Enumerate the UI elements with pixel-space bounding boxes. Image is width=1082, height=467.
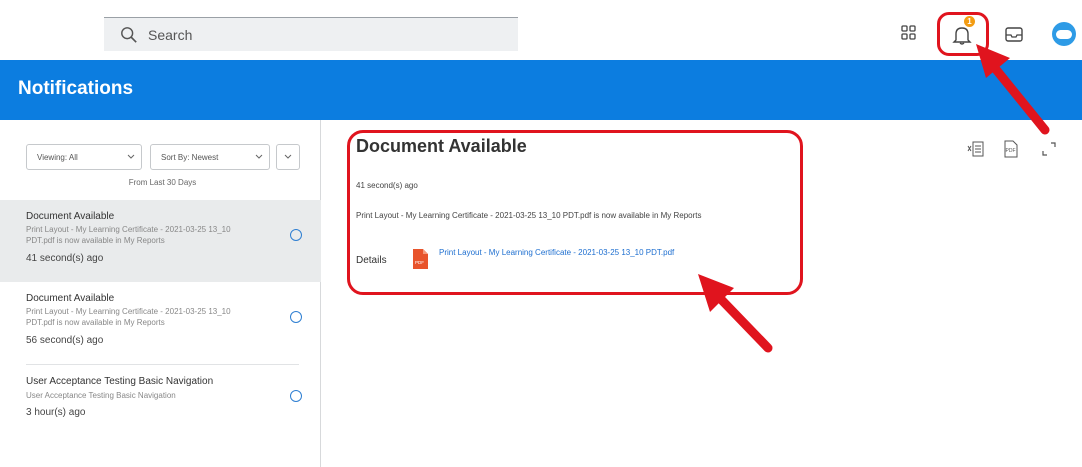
unread-indicator-icon[interactable]: [290, 390, 302, 402]
sort-select[interactable]: Sort By: Newest: [150, 144, 270, 170]
unread-indicator-icon[interactable]: [290, 311, 302, 323]
notification-item[interactable]: Document Available Print Layout - My Lea…: [0, 282, 321, 364]
notification-time: 41 second(s) ago: [26, 253, 104, 264]
inbox-icon[interactable]: [1003, 23, 1025, 45]
attachment-link[interactable]: Print Layout - My Learning Certificate -…: [439, 248, 674, 257]
notification-body-line1: User Acceptance Testing Basic Navigation: [26, 391, 176, 400]
document-title: Document Available: [356, 136, 527, 156]
pdf-file-icon: PDF: [413, 249, 428, 269]
notification-item[interactable]: Document Available Print Layout - My Lea…: [0, 200, 321, 282]
notifications-header: Notifications: [0, 60, 1082, 120]
notification-body-line2: PDT.pdf is now available in My Reports: [26, 318, 165, 327]
document-time: 41 second(s) ago: [356, 181, 418, 190]
pdf-badge-text: PDF: [415, 260, 424, 265]
details-label: Details: [356, 255, 387, 266]
page: Search 1 Notifications Viewing: All Sort…: [0, 0, 1082, 467]
page-title: Notifications: [18, 78, 134, 99]
notification-time: 3 hour(s) ago: [26, 407, 86, 418]
list-divider: [26, 364, 299, 365]
search-placeholder: Search: [148, 26, 193, 43]
unread-indicator-icon[interactable]: [290, 229, 302, 241]
notification-body-line1: Print Layout - My Learning Certificate -…: [26, 307, 231, 316]
notification-list-panel: Viewing: All Sort By: Newest From Last 3…: [0, 120, 321, 467]
notification-item[interactable]: User Acceptance Testing Basic Navigation…: [0, 370, 321, 430]
apps-grid-icon[interactable]: [898, 22, 920, 44]
pdf-export-icon[interactable]: PDF: [1002, 140, 1020, 158]
viewing-select[interactable]: Viewing: All: [26, 144, 142, 170]
notification-body-line2: PDT.pdf is now available in My Reports: [26, 236, 165, 245]
chevron-down-icon: [255, 154, 263, 159]
pdf-export-text: PDF: [1006, 148, 1016, 154]
excel-export-icon[interactable]: [967, 140, 985, 158]
notification-body-line1: Print Layout - My Learning Certificate -…: [26, 225, 231, 234]
sort-direction-button[interactable]: [276, 144, 300, 170]
top-bar: Search 1: [0, 0, 1082, 60]
notification-title: User Acceptance Testing Basic Navigation: [26, 376, 214, 387]
chevron-down-icon: [284, 154, 292, 159]
notification-time: 56 second(s) ago: [26, 335, 104, 346]
notification-title: Document Available: [26, 293, 115, 304]
sort-select-label: Sort By: Newest: [161, 152, 219, 162]
notification-title: Document Available: [26, 211, 115, 222]
notification-badge: 1: [964, 16, 975, 27]
search-bar[interactable]: Search: [104, 17, 518, 51]
document-body: Print Layout - My Learning Certificate -…: [356, 211, 702, 220]
user-avatar[interactable]: [1052, 22, 1076, 46]
bell-icon[interactable]: [951, 24, 973, 46]
expand-icon[interactable]: [1040, 140, 1058, 158]
viewing-select-label: Viewing: All: [37, 152, 78, 162]
search-icon: [121, 26, 137, 43]
date-range-label: From Last 30 Days: [128, 178, 197, 187]
chevron-down-icon: [127, 154, 135, 159]
